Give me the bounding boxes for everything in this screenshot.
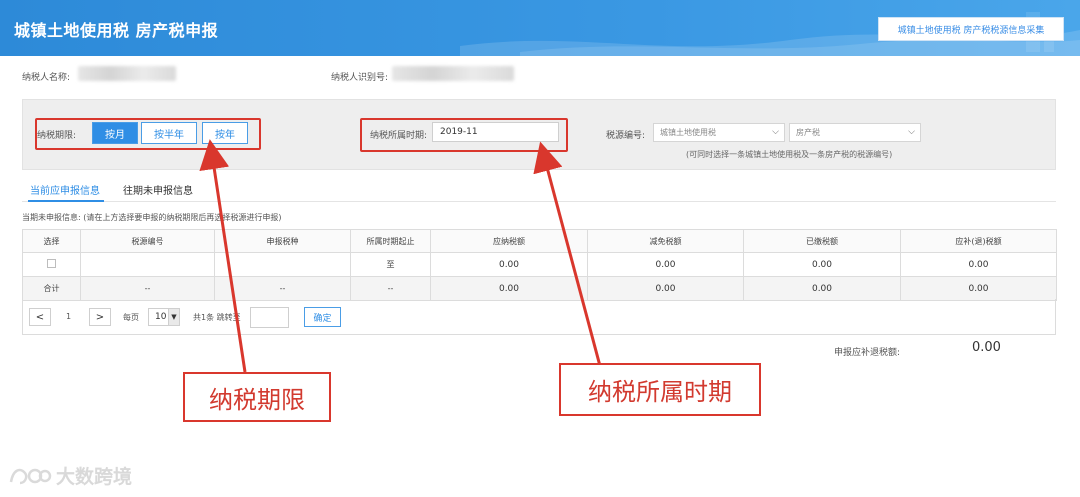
table-header-row: 选择 税源编号 申报税种 所属时期起止 应纳税额 减免税额 已缴税额 应补(退)…	[22, 229, 1057, 253]
refund-cell: 0.00	[900, 252, 1057, 277]
relief-cell: 0.00	[587, 252, 744, 277]
tab-current-declaration[interactable]: 当前应申报信息	[30, 182, 100, 197]
column-header: 应纳税额	[430, 229, 588, 253]
watermark-text: 大数跨境	[56, 466, 133, 488]
column-header: 申报税种	[214, 229, 351, 253]
annotation-box-tax-period	[35, 118, 261, 150]
prev-page-button[interactable]: <	[29, 308, 51, 326]
declaration-table: 选择 税源编号 申报税种 所属时期起止 应纳税额 减免税额 已缴税额 应补(退)…	[22, 229, 1057, 301]
total-source-cell: --	[80, 276, 215, 301]
taxpayer-id-label: 纳税人识别号:	[331, 73, 389, 83]
tax-source-label: 税源编号:	[606, 131, 646, 141]
total-relief-cell: 0.00	[587, 276, 744, 301]
annotation-callout-belong-period: 纳税所属时期	[559, 363, 761, 416]
page-title: 城镇土地使用税 房产税申报	[14, 21, 219, 40]
watermark-logo-icon	[9, 468, 52, 484]
column-header: 减免税额	[587, 229, 744, 253]
pager-summary: 共1条 跳转至	[193, 313, 241, 322]
total-paid-cell: 0.00	[743, 276, 901, 301]
jump-confirm-button[interactable]: 确定	[304, 307, 341, 327]
total-label-cell: 合计	[22, 276, 81, 301]
tax-source-cell	[80, 252, 215, 277]
refund-amount-value: 0.00	[972, 340, 1001, 355]
land-tax-source-select[interactable]: 城镇土地使用税 ⌵	[653, 123, 785, 142]
period-range-cell: 至	[350, 252, 431, 277]
undeclared-notice: 当期未申报信息: (请在上方选择要申报的纳税期限后再选择税源进行申报)	[22, 213, 282, 222]
property-tax-source-select[interactable]: 房产税 ⌵	[789, 123, 921, 142]
table-row: 至 0.00 0.00 0.00 0.00	[22, 252, 1057, 277]
refund-amount-label: 申报应补退税额:	[834, 348, 901, 358]
chevron-down-icon: ▼	[168, 309, 179, 325]
tax-source-collect-button[interactable]: 城镇土地使用税 房产税税源信息采集	[878, 17, 1064, 41]
watermark: 大数跨境	[8, 462, 132, 489]
taxpayer-name-label: 纳税人名称:	[22, 73, 71, 83]
column-header: 已缴税额	[743, 229, 901, 253]
row-select-cell	[22, 252, 81, 277]
annotation-box-belong-period	[360, 118, 568, 152]
tab-divider	[22, 201, 1056, 202]
table-total-row: 合计 -- -- -- 0.00 0.00 0.00 0.00	[22, 276, 1057, 301]
column-header: 税源编号	[80, 229, 215, 253]
tax-type-cell	[214, 252, 351, 277]
app-header: 城镇土地使用税 房产税申报 城镇土地使用税 房产税税源信息采集	[0, 0, 1080, 56]
annotation-callout-tax-period: 纳税期限	[183, 372, 331, 422]
chevron-down-icon: ⌵	[772, 127, 779, 137]
payable-cell: 0.00	[430, 252, 588, 277]
current-page-number[interactable]: 1	[66, 312, 71, 321]
total-refund-cell: 0.00	[900, 276, 1057, 301]
total-type-cell: --	[214, 276, 351, 301]
tab-past-undeclared[interactable]: 往期未申报信息	[123, 182, 193, 197]
column-header: 应补(退)税额	[900, 229, 1057, 253]
row-checkbox[interactable]	[47, 259, 56, 268]
taxpayer-id-value-blurred	[392, 66, 514, 81]
paid-cell: 0.00	[743, 252, 901, 277]
column-header: 所属时期起止	[350, 229, 431, 253]
total-payable-cell: 0.00	[430, 276, 588, 301]
property-tax-source-select-value: 房产税	[796, 128, 820, 137]
active-tab-indicator	[28, 200, 104, 202]
page-size-select[interactable]: 10 ▼	[148, 308, 180, 326]
page-size-value: 10	[155, 312, 167, 322]
total-period-cell: --	[350, 276, 431, 301]
chevron-down-icon: ⌵	[908, 127, 915, 137]
jump-to-page-input[interactable]	[250, 307, 289, 328]
column-header: 选择	[22, 229, 81, 253]
next-page-button[interactable]: >	[89, 308, 111, 326]
tax-source-hint: (可同时选择一条城镇土地使用税及一条房产税的税源编号)	[686, 150, 893, 159]
per-page-label: 每页	[123, 313, 139, 322]
taxpayer-name-value-blurred	[78, 66, 176, 81]
land-tax-source-select-value: 城镇土地使用税	[660, 128, 716, 137]
